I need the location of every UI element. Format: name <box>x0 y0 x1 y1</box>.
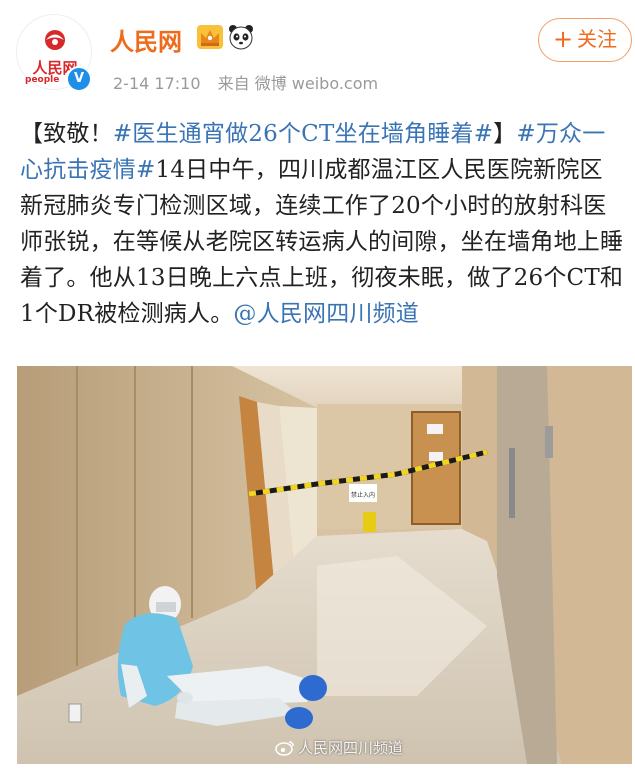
post-header: 人民网 people V 人民网 2-14 17:10 来自 微博 weibo.… <box>0 0 635 105</box>
crown-icon[interactable] <box>197 25 223 49</box>
post-text: 【致敬！#医生通宵做26个CT坐在墙角睡着#】#万众一心抗击疫情#14日中午，四… <box>20 116 625 332</box>
post-source[interactable]: 来自 微博 weibo.com <box>218 74 378 93</box>
weibo-logo-icon <box>275 741 294 756</box>
follow-button[interactable]: + 关注 <box>538 18 632 62</box>
verified-badge-icon: V <box>66 66 92 92</box>
mention-link[interactable]: @人民网四川频道 <box>233 301 419 327</box>
post-photo[interactable]: 禁止入内 <box>17 366 632 764</box>
post-meta: 2-14 17:10 来自 微博 weibo.com <box>113 70 390 94</box>
post-time: 2-14 17:10 <box>113 74 201 93</box>
photo-watermark: 人民网四川频道 <box>275 737 403 758</box>
follow-label: 关注 <box>577 27 618 51</box>
hashtag-link[interactable]: #医生通宵做26个CT坐在墙角睡着# <box>113 121 493 147</box>
plus-icon: + <box>552 25 574 53</box>
post-close-bracket: 】 <box>493 121 517 147</box>
avatar-brand-en: people <box>25 75 60 85</box>
hallway-photo: 禁止入内 <box>17 366 632 764</box>
panda-icon[interactable] <box>228 24 254 50</box>
post-open-bracket: 【致敬！ <box>20 121 113 147</box>
account-name[interactable]: 人民网 <box>110 22 182 57</box>
watermark-text: 人民网四川频道 <box>298 739 404 757</box>
no-entry-sign: 禁止入内 <box>351 491 375 499</box>
